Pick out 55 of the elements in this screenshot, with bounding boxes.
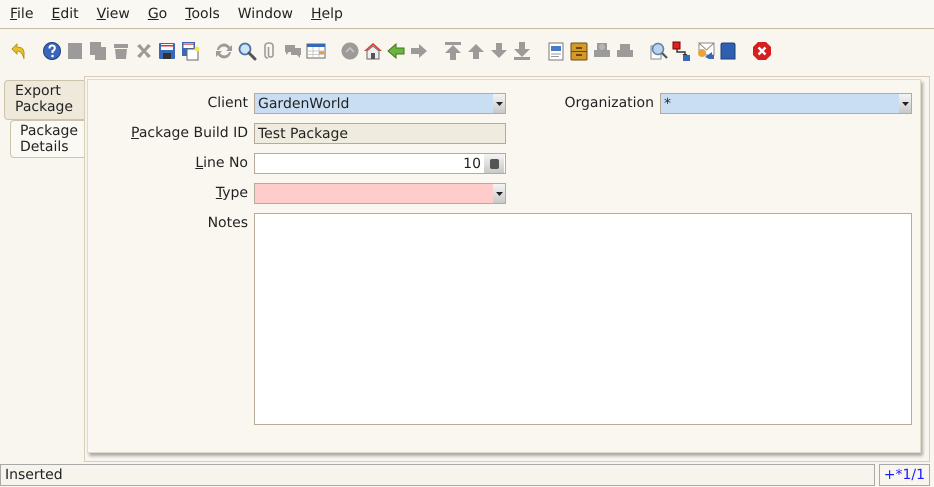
record-indicator[interactable]: +*1/1 bbox=[878, 464, 930, 486]
menu-item[interactable]: Window bbox=[232, 6, 299, 22]
toolbar-button[interactable] bbox=[237, 40, 257, 62]
organization-label: Organization bbox=[564, 94, 654, 113]
client-dropdown[interactable]: GardenWorld bbox=[254, 93, 506, 114]
envelope-icon bbox=[695, 40, 715, 60]
caret-icon bbox=[902, 102, 908, 106]
menu-item[interactable]: View bbox=[90, 6, 136, 22]
close-icon bbox=[752, 40, 772, 60]
organization-dropdown[interactable]: * bbox=[660, 93, 912, 114]
organization-value: * bbox=[664, 96, 671, 112]
table-icon bbox=[306, 40, 326, 60]
dropdown-button[interactable] bbox=[493, 94, 505, 113]
house-icon bbox=[363, 40, 383, 60]
toolbar-button[interactable] bbox=[569, 40, 589, 62]
menu-item[interactable]: File bbox=[4, 6, 40, 22]
notes-field[interactable] bbox=[254, 213, 912, 425]
line-no-value: 10 bbox=[463, 156, 481, 172]
menu-item[interactable]: Go bbox=[142, 6, 174, 22]
copy-icon bbox=[88, 40, 108, 60]
caret-icon bbox=[496, 102, 502, 106]
cabinet-icon bbox=[569, 40, 589, 60]
menu-item[interactable]: Edit bbox=[45, 6, 85, 22]
tab[interactable]: Export Package bbox=[4, 80, 84, 120]
status-message: Inserted bbox=[0, 464, 875, 486]
notes-label: Notes bbox=[208, 214, 248, 233]
picture-document-icon bbox=[546, 40, 566, 60]
type-label: Type bbox=[216, 184, 248, 203]
client-label: Client bbox=[207, 94, 248, 113]
arrow-bottom-icon bbox=[512, 40, 532, 60]
toolbar-button[interactable] bbox=[42, 40, 62, 62]
dropdown-button[interactable] bbox=[899, 94, 911, 113]
line-no-field[interactable]: 10 bbox=[254, 153, 506, 174]
client-value: GardenWorld bbox=[258, 96, 350, 112]
caret-icon bbox=[496, 192, 502, 196]
dropdown-button[interactable] bbox=[493, 184, 505, 203]
flow-arrow-icon bbox=[672, 40, 692, 60]
toolbar-button[interactable] bbox=[180, 40, 200, 62]
arrow-top-icon bbox=[443, 40, 463, 60]
floppy-disk-plus-icon bbox=[180, 40, 200, 60]
line-no-label: Line No bbox=[195, 154, 248, 173]
toolbar-button[interactable] bbox=[672, 40, 692, 62]
magnifier-icon bbox=[649, 40, 669, 60]
help-icon bbox=[42, 40, 62, 60]
search-icon bbox=[237, 40, 257, 60]
menu-item[interactable]: Help bbox=[304, 6, 349, 22]
arrow-down-icon bbox=[489, 40, 509, 60]
package-build-id-label: Package Build ID bbox=[131, 124, 248, 143]
menu-item[interactable]: Tools bbox=[179, 6, 226, 22]
arrow-left-icon bbox=[386, 40, 406, 60]
refresh-icon bbox=[214, 40, 234, 60]
package-build-id-field[interactable]: Test Package bbox=[254, 123, 506, 144]
tab[interactable]: Package Details bbox=[10, 120, 84, 158]
toolbar-button[interactable] bbox=[695, 40, 715, 62]
calculator-button[interactable] bbox=[484, 154, 504, 173]
